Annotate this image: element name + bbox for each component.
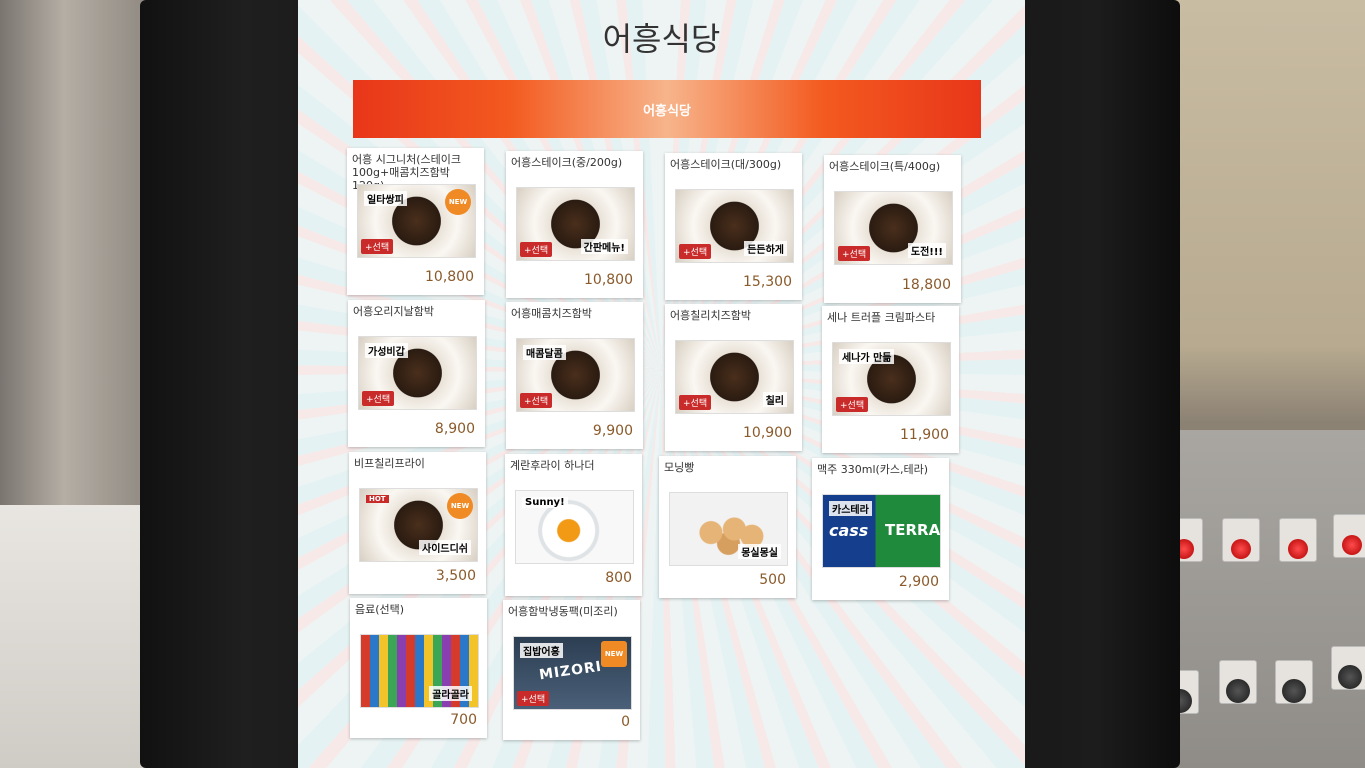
hot-badge: HOT: [366, 495, 389, 503]
new-badge: NEW: [601, 641, 627, 667]
rotary-switch: [1219, 660, 1257, 704]
select-badge[interactable]: +선택: [679, 244, 712, 259]
menu-item-price: 3,500: [435, 568, 476, 584]
menu-item-card[interactable]: 어흥매콤치즈함박 매콤달콤 +선택 9,900: [506, 302, 643, 449]
menu-item-name: 어흥스테이크(특/400g): [829, 160, 941, 173]
menu-item-name: 음료(선택): [355, 603, 405, 616]
photo-caption: 몽실몽실: [738, 544, 781, 559]
select-badge[interactable]: +선택: [520, 242, 553, 257]
photo-caption: 골라골라: [429, 686, 472, 701]
select-badge[interactable]: +선택: [517, 691, 550, 706]
menu-item-card[interactable]: 비프칠리프라이 HOT NEW 사이드디쉬 3,500: [349, 452, 486, 594]
menu-item-photo: 매콤달콤 +선택: [516, 338, 635, 412]
photo-caption: 매콤달콤: [523, 345, 566, 360]
menu-item-price: 800: [605, 570, 632, 586]
menu-item-price: 2,900: [898, 574, 939, 590]
menu-item-name: 어흥함박냉동팩(미조리): [508, 605, 618, 618]
page-title: 어흥식당: [602, 20, 721, 58]
select-badge[interactable]: +선택: [361, 239, 394, 254]
menu-item-card[interactable]: 어흥오리지날함박 가성비갑 +선택 8,900: [348, 300, 485, 447]
select-badge[interactable]: +선택: [362, 391, 395, 406]
menu-item-photo: 칠리 +선택: [675, 340, 794, 414]
brand-logo-mizori: MIZORI: [538, 658, 603, 684]
menu-item-photo: Sunny!: [515, 490, 634, 564]
category-label: 어흥식당: [643, 103, 691, 119]
menu-item-photo: 몽실몽실: [669, 492, 788, 566]
photo-caption: 간판메뉴!: [580, 239, 628, 254]
menu-item-card[interactable]: 모닝빵 몽실몽실 500: [659, 456, 796, 598]
menu-item-name: 모닝빵: [664, 461, 695, 474]
select-badge[interactable]: +선택: [679, 395, 712, 410]
menu-item-price: 9,900: [592, 423, 633, 439]
menu-item-name: 어흥칠리치즈함박: [670, 309, 751, 322]
menu-item-photo: 든든하게 +선택: [675, 189, 794, 263]
photo-caption: 일타쌍피: [364, 191, 407, 206]
menu-item-card[interactable]: 세나 트러플 크림파스타 세나가 만듦 +선택 11,900: [822, 306, 959, 453]
menu-item-card[interactable]: 어흥스테이크(대/300g) 든든하게 +선택 15,300: [665, 153, 802, 300]
kiosk-screen: 어흥식당 어흥식당 어흥 시그니처(스테이크100g+매콤치즈함박120g) 일…: [298, 0, 1025, 768]
menu-item-photo: 도전!!! +선택: [834, 191, 953, 265]
menu-item-price: 10,800: [584, 272, 633, 288]
menu-item-name: 어흥오리지날함박: [353, 305, 434, 318]
menu-item-photo: 골라골라: [360, 634, 479, 708]
menu-item-price: 15,300: [743, 274, 792, 290]
red-lamp: [1222, 518, 1260, 562]
menu-item-card[interactable]: 어흥 시그니처(스테이크100g+매콤치즈함박120g) 일타쌍피 NEW +선…: [347, 148, 484, 295]
menu-item-card[interactable]: 어흥스테이크(중/200g) 간판메뉴! +선택 10,800: [506, 151, 643, 298]
menu-item-photo: 일타쌍피 NEW +선택: [357, 184, 476, 258]
menu-item-photo: 카스테라 cass TERRA: [822, 494, 941, 568]
select-badge[interactable]: +선택: [520, 393, 553, 408]
menu-item-price: 10,900: [743, 425, 792, 441]
rotary-switch: [1275, 660, 1313, 704]
photo-caption: 든든하게: [744, 241, 787, 256]
menu-item-card[interactable]: 맥주 330ml(카스,테라) 카스테라 cass TERRA 2,900: [812, 458, 949, 600]
menu-item-price: 700: [450, 712, 477, 728]
new-badge: NEW: [447, 493, 473, 519]
photo-caption: 집밥어흥: [520, 643, 563, 658]
photo-caption: 카스테라: [829, 501, 872, 516]
red-lamp: [1279, 518, 1317, 562]
red-lamp: [1333, 514, 1365, 558]
rotary-switch: [1331, 646, 1365, 690]
menu-item-name: 비프칠리프라이: [354, 457, 425, 470]
menu-item-price: 500: [759, 572, 786, 588]
menu-item-name: 어흥스테이크(중/200g): [511, 156, 623, 169]
select-badge[interactable]: +선택: [836, 397, 869, 412]
brand-logo-terra: TERRA: [885, 521, 941, 539]
menu-item-price: 11,900: [900, 427, 949, 443]
menu-item-photo: 세나가 만듦 +선택: [832, 342, 951, 416]
photo-caption: 도전!!!: [907, 243, 946, 258]
photo-caption: Sunny!: [522, 497, 568, 508]
menu-item-photo: 집밥어흥 MIZORI NEW +선택: [513, 636, 632, 710]
category-banner[interactable]: 어흥식당: [353, 80, 981, 138]
menu-item-name: 계란후라이 하나더: [510, 459, 595, 472]
select-badge[interactable]: +선택: [838, 246, 871, 261]
menu-item-name: 어흥스테이크(대/300g): [670, 158, 782, 171]
menu-item-photo: 가성비갑 +선택: [358, 336, 477, 410]
menu-item-card[interactable]: 어흥함박냉동팩(미조리) 집밥어흥 MIZORI NEW +선택 0: [503, 600, 640, 740]
menu-item-card[interactable]: 음료(선택) 골라골라 700: [350, 598, 487, 738]
menu-item-price: 18,800: [902, 277, 951, 293]
menu-item-card[interactable]: 어흥스테이크(특/400g) 도전!!! +선택 18,800: [824, 155, 961, 303]
photo-caption: 가성비갑: [365, 343, 408, 358]
brand-logo-cass: cass: [829, 521, 869, 540]
photo-caption: 세나가 만듦: [839, 349, 895, 364]
menu-item-price: 8,900: [434, 421, 475, 437]
photo-caption: 칠리: [762, 392, 787, 407]
menu-item-name: 세나 트러플 크림파스타: [827, 311, 936, 324]
menu-item-name: 어흥매콤치즈함박: [511, 307, 592, 320]
photo-caption: 사이드디쉬: [419, 540, 471, 555]
menu-item-photo: HOT NEW 사이드디쉬: [359, 488, 478, 562]
menu-item-card[interactable]: 어흥칠리치즈함박 칠리 +선택 10,900: [665, 304, 802, 451]
menu-item-card[interactable]: 계란후라이 하나더 Sunny! 800: [505, 454, 642, 596]
menu-item-name: 맥주 330ml(카스,테라): [817, 463, 929, 476]
new-badge: NEW: [445, 189, 471, 215]
background-counter: [0, 505, 160, 768]
menu-item-price: 10,800: [425, 269, 474, 285]
menu-item-price: 0: [621, 714, 630, 730]
menu-item-photo: 간판메뉴! +선택: [516, 187, 635, 261]
